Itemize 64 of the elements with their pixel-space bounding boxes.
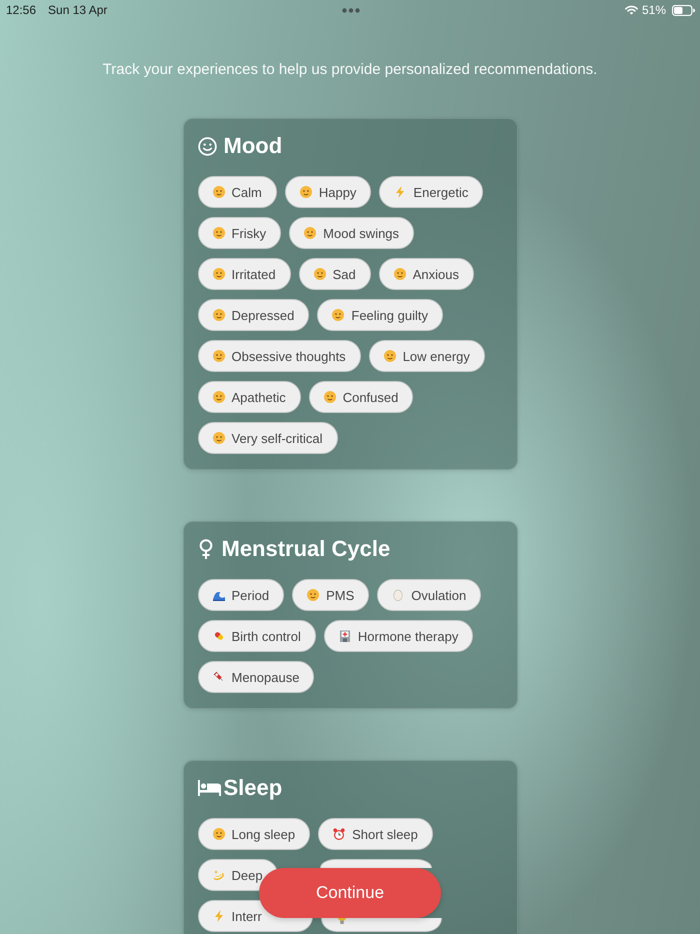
option-chip[interactable]: Confused xyxy=(308,381,414,413)
face-icon xyxy=(212,828,224,840)
option-chip[interactable]: Low energy xyxy=(368,340,485,372)
option-chip[interactable]: Menopause xyxy=(198,661,314,693)
face-icon xyxy=(212,432,224,444)
face-icon xyxy=(212,268,224,280)
option-chip[interactable]: Very self-critical xyxy=(198,422,338,454)
face-icon xyxy=(324,391,336,403)
option-chip[interactable]: Calm xyxy=(198,176,277,208)
light-bulb-icon xyxy=(336,918,348,924)
lightning-bolt-icon xyxy=(212,910,224,922)
option-chip[interactable]: Frisky xyxy=(198,217,282,249)
option-chip[interactable]: Sad xyxy=(298,258,371,290)
face-icon xyxy=(300,186,312,198)
bed-icon xyxy=(198,780,220,796)
alarm-clock-icon xyxy=(333,828,346,840)
option-chip[interactable]: Short sleep xyxy=(318,818,433,850)
option-chip[interactable]: Energetic xyxy=(379,176,484,208)
wifi-icon xyxy=(624,5,638,15)
female-symbol-icon xyxy=(198,539,212,559)
section-title: Sleep xyxy=(224,774,282,802)
option-chip[interactable]: Depressed xyxy=(198,299,310,331)
option-chip[interactable]: Obsessive thoughts xyxy=(198,340,361,372)
section-title: Mood xyxy=(224,132,282,160)
face-icon xyxy=(394,268,406,280)
option-chip[interactable]: PMS xyxy=(292,579,370,611)
battery-percentage: 51% xyxy=(642,3,666,17)
option-chip[interactable]: Long sleep xyxy=(198,818,310,850)
wave-icon xyxy=(212,589,224,601)
option-chip[interactable] xyxy=(320,859,432,868)
battery-icon xyxy=(672,4,695,16)
face-icon xyxy=(384,350,396,362)
option-chip[interactable]: Irritated xyxy=(198,258,291,290)
smiley-icon xyxy=(198,136,216,156)
pill-icon xyxy=(212,630,224,642)
option-chip[interactable]: Apathetic xyxy=(198,381,301,413)
syringe-icon xyxy=(212,671,224,683)
face-icon xyxy=(212,350,224,362)
face-icon xyxy=(212,391,224,403)
status-time: 12:56 xyxy=(6,3,36,17)
hospital-icon xyxy=(338,630,351,642)
swirl-icon xyxy=(212,869,224,881)
option-chip[interactable]: Happy xyxy=(284,176,372,208)
option-chip[interactable]: Feeling guilty xyxy=(317,299,443,331)
lightning-bolt-icon xyxy=(394,186,406,198)
face-icon xyxy=(212,186,224,198)
face-icon xyxy=(212,227,224,239)
multitasking-dots-icon[interactable] xyxy=(342,8,360,12)
subtitle-text: Track your experiences to help us provide personalized recommendations. xyxy=(102,60,598,80)
face-icon xyxy=(304,227,316,239)
option-chip[interactable]: Period xyxy=(198,579,284,611)
option-chip[interactable]: Anxious xyxy=(378,258,474,290)
egg-icon xyxy=(392,589,404,601)
option-chip[interactable]: Mood swings xyxy=(289,217,414,249)
face-icon xyxy=(314,268,326,280)
option-chip[interactable]: Ovulation xyxy=(377,579,482,611)
face-icon xyxy=(332,309,344,321)
face-icon xyxy=(212,309,224,321)
option-chip[interactable]: Birth control xyxy=(198,620,316,652)
status-date: Sun 13 Apr xyxy=(48,3,108,17)
section-title: Menstrual Cycle xyxy=(222,535,390,563)
option-chip[interactable] xyxy=(320,918,442,932)
option-chip[interactable]: Hormone therapy xyxy=(324,620,474,652)
face-icon xyxy=(307,589,320,601)
